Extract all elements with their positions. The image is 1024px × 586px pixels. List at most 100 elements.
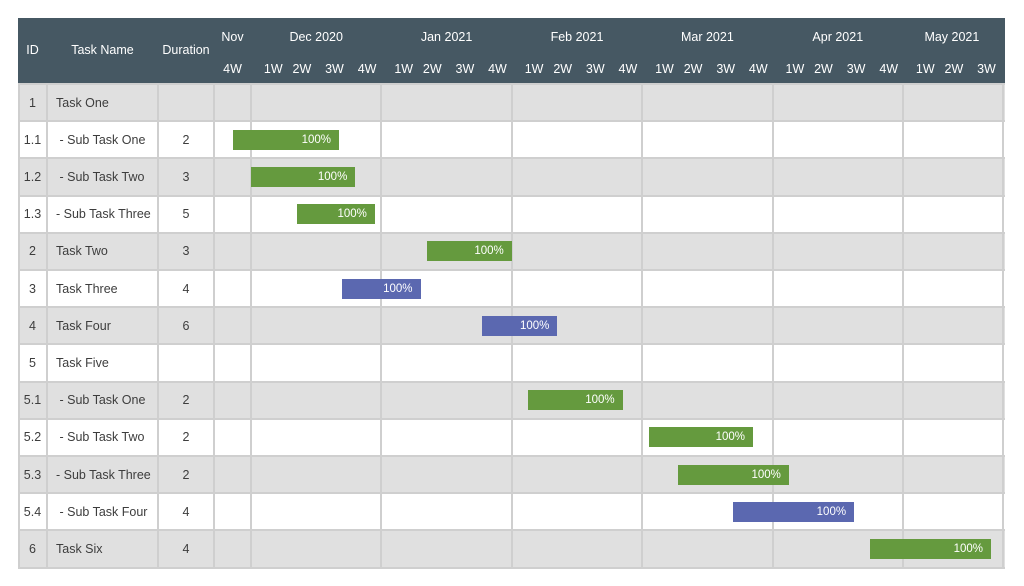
week-header: 4W [618,62,638,76]
task-id: 2 [29,244,36,259]
task-bar-label: 100% [816,505,847,518]
month-header: Jan 2021 [420,30,473,44]
column-header-duration: Duration [162,43,210,57]
task-id: 4 [29,318,36,333]
column-divider [213,84,215,568]
month-header: Apr 2021 [812,30,864,44]
column-divider [771,84,774,568]
month-header: Dec 2020 [289,30,343,44]
column-divider [641,84,644,568]
task-name: - Sub Task Two [56,430,145,445]
week-header: 3W [585,62,605,76]
task-duration: 2 [182,132,190,147]
task-name: - Sub Task Two [56,169,145,184]
week-header: 4W [488,62,507,76]
column-divider [157,84,159,568]
week-header: 4W [748,62,768,76]
task-bar[interactable]: 100% [528,390,623,411]
task-duration: 4 [182,504,190,519]
task-bar[interactable]: 100% [251,167,356,187]
week-header: 4W [223,62,242,76]
task-name: Task Five [56,355,109,370]
task-id: 5.1 [23,393,42,408]
column-header-task-name: Task Name [71,43,134,57]
task-duration: 3 [182,169,190,184]
task-bar-label: 100% [301,133,332,146]
column-divider [18,84,20,568]
task-bar-label: 100% [383,282,413,295]
task-id: 5 [29,355,36,370]
week-header: 4W [357,62,377,76]
task-duration: 2 [182,430,190,445]
task-bar-label: 100% [585,394,615,407]
week-header: 2W [422,62,442,76]
month-header: Mar 2021 [680,30,734,44]
task-duration: 6 [182,318,190,333]
week-header: 3W [977,62,996,76]
task-duration [158,344,214,381]
task-bar[interactable]: 100% [427,241,512,262]
week-header: 2W [944,62,964,76]
task-bar-label: 100% [751,468,781,481]
task-bar[interactable]: 100% [733,501,855,522]
task-bar[interactable]: 100% [648,427,754,448]
column-divider [250,84,252,568]
task-id: 1.1 [23,132,42,147]
week-header: 2W [683,62,703,76]
task-name: Task Four [56,318,111,333]
task-id: 5.2 [23,430,42,445]
task-id: 1.3 [23,207,42,222]
task-duration [158,84,214,121]
column-divider [46,84,48,568]
month-header: Feb 2021 [550,30,604,44]
task-duration: 4 [182,541,190,556]
week-header: 3W [846,62,866,76]
task-name: - Sub Task One [56,132,146,147]
week-header: 2W [814,62,833,76]
task-name: - Sub Task Three [56,207,151,222]
task-id: 5.3 [23,467,42,482]
task-name: Task Two [56,244,108,259]
column-header-id: ID [26,43,39,57]
task-name: Task Six [56,541,103,556]
column-divider [902,84,904,568]
task-id: 1 [29,95,36,110]
week-header: 2W [553,62,573,76]
week-header: 3W [325,62,344,76]
task-bar[interactable]: 100% [342,278,421,299]
task-bar[interactable]: 100% [870,539,991,559]
task-bar[interactable]: 100% [232,129,340,150]
task-id: 6 [29,541,36,556]
column-divider [380,84,383,568]
task-duration: 5 [182,207,190,222]
task-name: - Sub Task One [56,393,146,408]
task-bar-label: 100% [520,319,550,332]
gantt-chart: ID Task Name Duration Nov 4W Dec 2020 1W 2W 3W 4W… [18,18,1005,569]
task-duration: 4 [182,281,190,296]
task-bar-label: 100% [337,208,367,221]
month-header: Nov [221,30,244,44]
task-bar[interactable]: 100% [482,315,558,336]
week-header: 2W [292,62,312,76]
task-duration: 2 [182,467,190,482]
task-bar[interactable]: 100% [296,204,375,225]
task-duration: 2 [182,393,190,408]
task-bar[interactable]: 100% [678,464,789,485]
column-divider [1002,84,1004,568]
task-id: 1.2 [23,169,42,184]
task-id: 3 [29,281,36,296]
week-header: 3W [455,62,475,76]
task-bar-label: 100% [474,245,504,258]
month-header: May 2021 [924,30,980,44]
task-bar-label: 100% [953,543,983,555]
task-name: Task One [56,95,109,110]
task-duration: 3 [182,244,190,259]
task-name: - Sub Task Four [56,504,148,519]
task-name: - Sub Task Three [56,467,151,482]
task-name: Task Three [56,281,118,296]
task-bar-label: 100% [715,431,746,444]
week-header: 4W [879,62,899,76]
task-bar-label: 100% [317,171,348,183]
week-header: 3W [716,62,736,76]
task-id: 5.4 [23,504,42,519]
